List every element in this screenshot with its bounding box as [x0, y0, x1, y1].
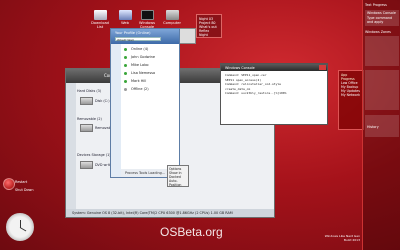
contact-item[interactable]: Mark Hill — [131, 79, 146, 83]
hard-disk-icon[interactable] — [80, 97, 93, 105]
gadget-line: Night — [199, 33, 208, 37]
context-menu[interactable]: Options Show in Docked Auto-Position — [167, 165, 189, 187]
sidebar-tile[interactable] — [365, 36, 399, 66]
console-title: Windows Console — [225, 65, 255, 70]
dvd-drive-icon[interactable] — [80, 161, 93, 169]
desktop-icon-web[interactable]: Web — [113, 10, 137, 25]
sidebar-header: Text Progress — [365, 3, 387, 7]
desktop-icon-windows-console[interactable]: Windows Console — [135, 10, 159, 29]
contact-group[interactable]: Offline (2) — [131, 87, 149, 91]
watermark-line: Build 2013 — [343, 237, 360, 242]
desktop-icon-label: Web — [121, 21, 129, 25]
online-status-icon — [124, 72, 127, 75]
clock-minute-hand — [19, 227, 27, 232]
online-status-icon — [124, 64, 127, 67]
group-header: Removable (2) — [77, 117, 102, 121]
contact-item[interactable]: Lisa Nemesso — [131, 71, 155, 75]
console-line: Command: uucktbly_restore..[%]100% — [225, 91, 287, 96]
restart-button[interactable]: Restart — [15, 180, 27, 184]
sidebar[interactable]: Text Progress Windows Console Type comma… — [362, 0, 400, 250]
profile-title: Your Profile (Online) — [115, 31, 151, 35]
desktop-icon-computer[interactable]: Computer — [160, 10, 184, 25]
clock-gadget — [6, 213, 34, 241]
gadget-panel[interactable]: Night 03 Project 80 What's out Reflex Ni… — [196, 14, 222, 38]
online-status-icon — [124, 56, 127, 59]
offline-status-icon — [124, 88, 127, 91]
history-label: History — [367, 125, 379, 129]
start-orb-icon[interactable] — [3, 178, 15, 190]
navigation-pane[interactable] — [66, 83, 76, 209]
contact-item[interactable]: John Godwine — [131, 55, 155, 59]
app-progress-pane[interactable]: App Progress Low Office My Backup My Upd… — [338, 70, 364, 130]
shutdown-button[interactable]: Shut Down — [15, 188, 33, 192]
group-header: Devices Storage (1) — [77, 153, 111, 157]
status-bar: System: Genuine OS 8 (32-bit), Intel(R) … — [66, 209, 274, 217]
console-titlebar[interactable]: Windows Console — [221, 64, 327, 71]
group-header: Hard Disks (3) — [77, 89, 102, 93]
contact-item[interactable]: Mike Lobo — [131, 63, 149, 67]
messenger-toolbar[interactable] — [111, 44, 121, 177]
brand-label: OSBeta.org — [160, 225, 223, 239]
status-input[interactable]: What? Well — [115, 37, 161, 42]
sidebar-item[interactable]: Type command and apply — [367, 16, 399, 24]
messenger-window[interactable]: Your Profile (Online) What? Well Online … — [110, 28, 180, 178]
desktop-icon-label: Download List — [91, 21, 109, 29]
status-input-value: What? Well — [117, 38, 134, 42]
console-output: Command: SEP11_open.cer SEP11 open_acces… — [221, 71, 327, 98]
drive-label[interactable]: Disk (C:) — [95, 99, 110, 103]
menu-item[interactable]: Auto-Position — [169, 179, 187, 187]
pane-item: App Progress — [341, 73, 355, 81]
contact-group[interactable]: Online (4) — [131, 47, 148, 51]
sidebar-tile[interactable] — [365, 70, 399, 110]
online-status-icon — [124, 48, 127, 51]
messenger-header[interactable]: Your Profile (Online) What? Well — [111, 29, 179, 44]
online-status-icon — [124, 80, 127, 83]
sidebar-item[interactable]: Windows Console — [367, 11, 399, 15]
close-icon[interactable] — [319, 65, 326, 70]
watermark: Windows Like Next Gen Build 2013 — [290, 234, 360, 242]
desktop-icon-download-list[interactable]: Download List — [88, 10, 112, 29]
pane-item[interactable]: My Network — [341, 93, 361, 97]
sidebar-zone-header: Windows Zones — [365, 30, 391, 34]
desktop-icon-label: Computer — [163, 21, 181, 25]
removable-drive-icon[interactable] — [80, 124, 93, 132]
windows-console-window[interactable]: Windows Console Command: SEP11_open.cer … — [220, 63, 328, 125]
